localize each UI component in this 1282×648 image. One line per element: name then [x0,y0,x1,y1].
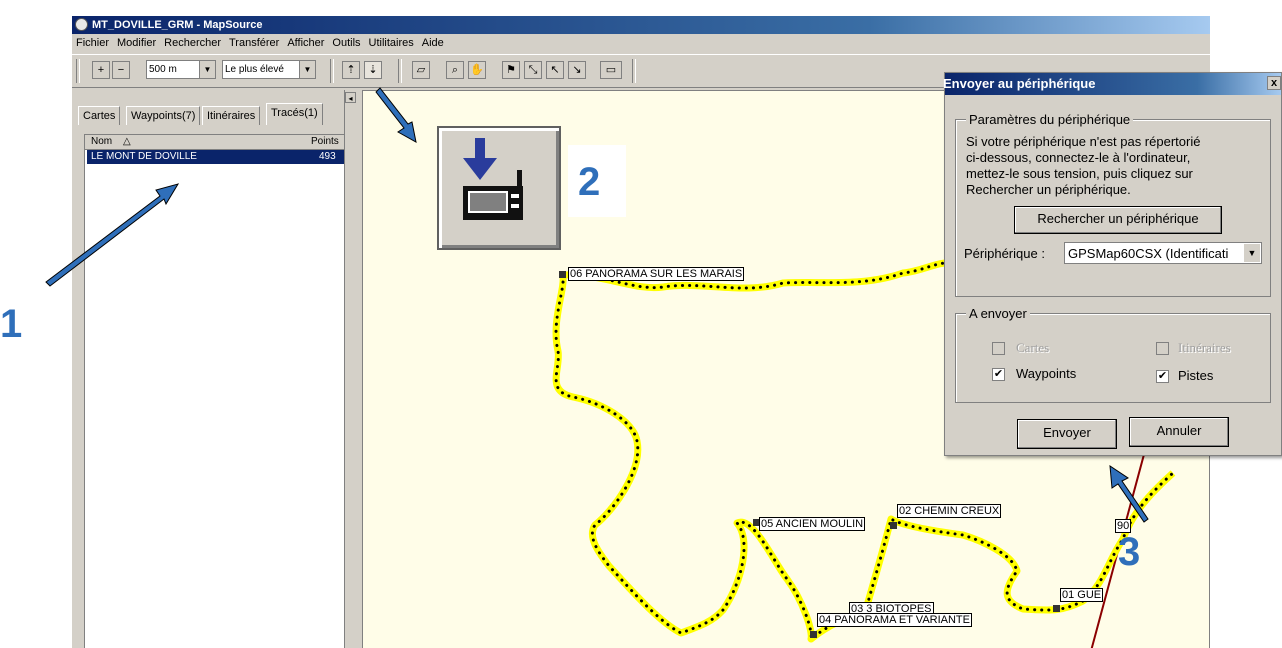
send-to-device-icon[interactable]: ⇣ [364,61,382,79]
send-device-icon-graphic [463,138,523,220]
dialog-title: Envoyer au périphérique [943,76,1096,91]
info-text: ci-dessous, connectez-le à l'ordinateur, [966,150,1191,165]
annotation-number-1: 1 [0,302,23,346]
info-text: mettez-le sous tension, puis cliquez sur [966,166,1193,181]
close-icon[interactable]: x [1267,76,1281,90]
zoom-in-icon[interactable]: + [92,61,110,79]
arrow-head [463,158,497,180]
tab-cartes[interactable]: Cartes [78,106,121,125]
cartes-checkbox[interactable] [992,342,1005,355]
receive-from-device-icon[interactable]: ⇡ [342,61,360,79]
detail-level-select[interactable]: Le plus élevé ▼ [222,60,316,79]
tracks-list[interactable]: Nom △ Points LE MONT DE DOVILLE 493 [84,134,346,648]
table-row[interactable]: LE MONT DE DOVILLE 493 [87,150,344,164]
info-text: Si votre périphérique n'est pas répertor… [966,134,1201,149]
chevron-down-icon[interactable]: ▼ [1244,244,1260,262]
menu-transferer[interactable]: Transférer [225,34,283,52]
waypoint-label[interactable]: 02 CHEMIN CREUX [897,504,1002,518]
column-nom[interactable]: Nom [91,135,112,149]
selection-tool-icon[interactable]: ↘ [568,61,586,79]
menu-fichier[interactable]: Fichier [72,34,113,52]
toolbar-separator [330,59,334,83]
waypoint-marker[interactable] [559,271,566,278]
title-bar[interactable]: MT_DOVILLE_GRM - MapSource [72,16,1210,34]
waypoint-marker[interactable] [1053,605,1060,612]
zoom-scale-value: 500 m [149,64,177,75]
waypoint-tool-icon[interactable]: ⚑ [502,61,520,79]
waypoints-label: Waypoints [1016,366,1077,381]
hand-tool-icon[interactable]: ✋ [468,61,486,79]
toolbar-separator [632,59,636,83]
device-screen [468,191,508,213]
chevron-down-icon[interactable]: ▼ [199,61,215,78]
device-settings-group: Paramètres du périphérique Si votre péri… [955,112,1271,297]
tab-traces[interactable]: Tracés(1) [266,103,323,125]
device-label: Périphérique : [964,246,1045,261]
itineraires-checkbox[interactable] [1156,342,1169,355]
tab-waypoints[interactable]: Waypoints(7) [126,106,201,125]
track-name: LE MONT DE DOVILLE [91,151,197,162]
menu-aide[interactable]: Aide [418,34,448,52]
device-antenna [517,170,522,190]
send-to-device-dialog: Envoyer au périphérique x Paramètres du … [943,72,1282,456]
collapse-panel-icon[interactable]: ◂ [345,92,356,103]
dialog-title-bar[interactable]: Envoyer au périphérique x [943,73,1281,95]
track-points: 493 [319,151,336,162]
device-select[interactable]: GPSMap60CSX (Identificati ▼ [1064,242,1262,264]
menu-afficher[interactable]: Afficher [283,34,328,52]
send-options-group: A envoyer Cartes Itinéraires ✔ Waypoints… [955,306,1271,403]
pistes-checkbox[interactable]: ✔ [1156,370,1169,383]
info-text: Rechercher un périphérique. [966,182,1131,197]
toolbar-separator [76,59,80,83]
device-keys [511,204,519,208]
app-icon [75,18,88,31]
group-label: A envoyer [966,306,1030,321]
select-tool-icon[interactable]: ↖ [546,61,564,79]
cartes-label: Cartes [1016,340,1050,355]
search-device-button[interactable]: Rechercher un périphérique [1014,206,1222,234]
panel-splitter[interactable]: ◂ [344,90,357,648]
toolbar-separator [398,59,402,83]
left-panel: Cartes Waypoints(7) Itinéraires Tracés(1… [76,90,358,648]
route-tool-icon[interactable]: ⤡ [524,61,542,79]
tab-itineraires[interactable]: Itinéraires [202,106,261,125]
device-select-value: GPSMap60CSX (Identificati [1068,246,1229,261]
window-title: MT_DOVILLE_GRM - MapSource [92,19,263,31]
sort-icon: △ [123,136,131,147]
menu-modifier[interactable]: Modifier [113,34,160,52]
cancel-button[interactable]: Annuler [1129,417,1229,447]
menu-bar: Fichier Modifier Rechercher Transférer Affic… [72,34,1210,52]
send-to-device-zoom-icon [437,126,561,250]
waypoint-marker[interactable] [890,522,897,529]
waypoint-label[interactable]: 04 PANORAMA ET VARIANTE [817,613,972,627]
waypoint-label[interactable]: 05 ANCIEN MOULIN [759,517,866,531]
itineraires-label: Itinéraires [1178,340,1231,355]
column-points[interactable]: Points [311,135,339,149]
device-keys [511,194,519,198]
annotation-number-2: 2 [578,160,601,204]
annotation-number-3: 3 [1118,530,1141,574]
zoom-tool-icon[interactable]: ⌕ [446,61,464,79]
pistes-label: Pistes [1178,368,1214,383]
waypoint-label[interactable]: 01 GUE [1060,588,1104,602]
group-label: Paramètres du périphérique [966,112,1134,127]
menu-rechercher[interactable]: Rechercher [160,34,225,52]
zoom-scale-select[interactable]: 500 m ▼ [146,60,216,79]
menu-outils[interactable]: Outils [328,34,364,52]
send-button[interactable]: Envoyer [1017,419,1117,449]
waypoints-checkbox[interactable]: ✔ [992,368,1005,381]
map-tool-icon[interactable]: ▱ [412,61,430,79]
waypoint-label[interactable]: 06 PANORAMA SUR LES MARAIS [568,267,745,281]
chevron-down-icon[interactable]: ▼ [299,61,315,78]
zoom-out-icon[interactable]: − [112,61,130,79]
waypoint-marker[interactable] [810,631,817,638]
measure-tool-icon[interactable]: ▭ [600,61,622,79]
menu-utilitaires[interactable]: Utilitaires [365,34,418,52]
list-header: Nom △ Points [85,135,345,150]
detail-level-value: Le plus élevé [225,64,284,75]
